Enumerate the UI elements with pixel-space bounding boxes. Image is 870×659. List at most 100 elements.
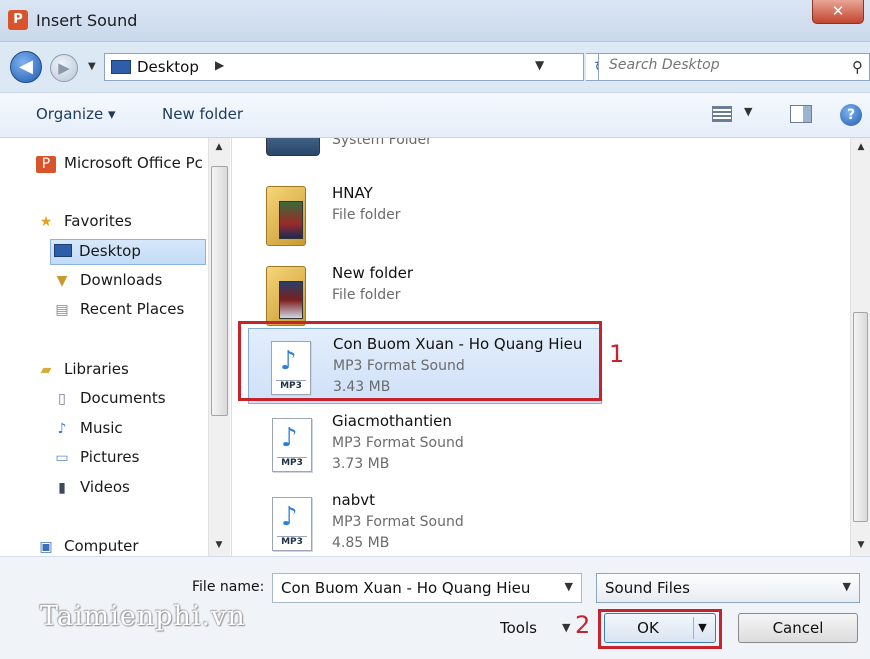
watermark: Taimienphi.vn xyxy=(40,601,246,632)
desktop-icon xyxy=(53,244,73,261)
sidebar-item-label: Libraries xyxy=(64,360,129,378)
search-input[interactable] xyxy=(609,57,829,73)
breadcrumb-chevron-icon[interactable]: ▶ xyxy=(215,58,224,72)
highlight-box-selected-file xyxy=(238,321,602,401)
search-icon[interactable]: ⚲ xyxy=(852,58,863,76)
breadcrumb-desktop[interactable]: Desktop xyxy=(137,58,199,76)
window-title: Insert Sound xyxy=(36,11,138,30)
sidebar-item-downloads[interactable]: ▼ Downloads xyxy=(52,269,202,295)
star-icon: ★ xyxy=(39,214,53,230)
file-type: MP3 Format Sound xyxy=(332,435,464,451)
scroll-up-arrow-icon[interactable]: ▲ xyxy=(209,142,229,152)
navigation-scrollbar[interactable]: ▲ ▼ xyxy=(208,138,230,556)
pictures-icon: ▭ xyxy=(55,450,69,466)
folder-icon xyxy=(262,266,312,328)
file-type: MP3 Format Sound xyxy=(332,514,464,530)
address-dropdown-arrow[interactable]: ▼ xyxy=(535,58,544,72)
sidebar-item-desktop[interactable]: Desktop xyxy=(50,239,206,265)
mp3-file-icon: ♪ MP3 xyxy=(262,414,312,476)
sidebar-item-label: Desktop xyxy=(79,242,141,260)
file-size: 3.73 MB xyxy=(332,456,390,472)
office-icon: P xyxy=(36,156,56,173)
list-item-mp3[interactable]: ♪ MP3 nabvt MP3 Format Sound 4.85 MB xyxy=(262,485,632,556)
sidebar-item-music[interactable]: ♪ Music xyxy=(52,417,202,443)
views-dropdown-arrow[interactable]: ▼ xyxy=(744,105,752,118)
recent-locations-dropdown[interactable]: ▼ xyxy=(88,61,96,72)
tools-button[interactable]: Tools xyxy=(500,619,537,637)
dialog-footer: File name: Con Buom Xuan - Ho Quang Hieu… xyxy=(0,556,870,659)
tools-dropdown-icon[interactable]: ▼ xyxy=(562,621,570,634)
computer-icon: ▣ xyxy=(39,539,53,555)
file-name-label: File name: xyxy=(192,579,265,595)
scroll-down-arrow-icon[interactable]: ▼ xyxy=(851,540,870,550)
forward-button[interactable]: ▶ xyxy=(50,54,78,82)
documents-icon: ▯ xyxy=(58,391,66,407)
chevron-down-icon[interactable]: ▼ xyxy=(565,580,573,593)
sidebar-item-computer[interactable]: ▣ Computer xyxy=(36,535,196,556)
file-type: File folder xyxy=(332,287,401,303)
scroll-up-arrow-icon[interactable]: ▲ xyxy=(851,142,870,152)
desktop-icon xyxy=(111,60,131,74)
back-button[interactable]: ◀ xyxy=(10,51,42,83)
folder-icon xyxy=(262,186,312,248)
file-type-select[interactable]: Sound Files ▼ xyxy=(596,573,860,603)
scroll-thumb[interactable] xyxy=(853,312,868,522)
organize-button[interactable]: Organize ▾ xyxy=(36,105,116,123)
change-view-icon[interactable] xyxy=(712,106,732,122)
mp3-file-icon: ♪ MP3 xyxy=(262,493,312,555)
file-name: HNAY xyxy=(332,184,373,202)
file-name: Giacmothantien xyxy=(332,412,452,430)
scroll-thumb[interactable] xyxy=(211,166,228,416)
list-item-folder[interactable]: HNAY File folder xyxy=(262,178,632,254)
new-folder-button[interactable]: New folder xyxy=(162,105,243,123)
cancel-button[interactable]: Cancel xyxy=(738,613,858,643)
sidebar-item-videos[interactable]: ▮ Videos xyxy=(52,476,202,502)
sidebar-item-favorites[interactable]: ★ Favorites xyxy=(36,210,196,236)
annotation-step-1: 1 xyxy=(609,340,625,368)
sidebar-item-libraries[interactable]: ▰ Libraries xyxy=(36,358,196,384)
file-type: File folder xyxy=(332,207,401,223)
highlight-box-ok-button xyxy=(598,609,722,649)
search-box[interactable]: ⚲ xyxy=(598,53,870,81)
libraries-icon: ▰ xyxy=(40,362,52,378)
sidebar-item-label: Videos xyxy=(80,478,130,496)
sidebar-item-label: Recent Places xyxy=(80,300,185,318)
downloads-folder-icon: ▼ xyxy=(56,273,68,289)
title-bar: P Insert Sound ✕ xyxy=(0,0,870,42)
preview-pane-icon[interactable] xyxy=(790,105,812,123)
file-type-value: Sound Files xyxy=(605,579,690,597)
sidebar-item-label: Favorites xyxy=(64,212,132,230)
navigation-pane: P Microsoft Office Pc ★ Favorites Deskto… xyxy=(0,138,232,556)
sidebar-item-documents[interactable]: ▯ Documents xyxy=(52,387,202,413)
file-name-value[interactable]: Con Buom Xuan - Ho Quang Hieu xyxy=(281,579,530,597)
file-name-field[interactable]: Con Buom Xuan - Ho Quang Hieu ▼ xyxy=(272,573,582,603)
list-item-mp3[interactable]: ♪ MP3 Giacmothantien MP3 Format Sound 3.… xyxy=(262,406,632,482)
powerpoint-app-icon: P xyxy=(8,10,28,30)
file-list-scrollbar[interactable]: ▲ ▼ xyxy=(850,138,870,556)
sidebar-item-pictures[interactable]: ▭ Pictures xyxy=(52,446,202,472)
sidebar-item-label: Documents xyxy=(80,389,166,407)
scroll-down-arrow-icon[interactable]: ▼ xyxy=(209,540,229,550)
close-button[interactable]: ✕ xyxy=(812,0,864,24)
chevron-down-icon[interactable]: ▼ xyxy=(843,580,851,593)
sidebar-item-label: Music xyxy=(80,419,123,437)
annotation-step-2: 2 xyxy=(575,611,591,639)
sidebar-item-label: Computer xyxy=(64,537,139,555)
file-type: System Folder xyxy=(332,138,432,148)
sidebar-item-label: Downloads xyxy=(80,271,163,289)
help-icon[interactable]: ? xyxy=(840,104,862,126)
sidebar-item-office[interactable]: P Microsoft Office Pc xyxy=(36,152,208,178)
music-note-icon: ♪ xyxy=(57,421,67,437)
file-size: 4.85 MB xyxy=(332,535,390,551)
navigation-bar: ◀ ▶ ▼ Desktop ▶ ▼ ↻ ⚲ xyxy=(0,42,870,92)
sidebar-item-recent-places[interactable]: ▤ Recent Places xyxy=(52,298,202,324)
file-name: nabvt xyxy=(332,491,375,509)
recent-places-icon: ▤ xyxy=(55,302,69,318)
file-name: New folder xyxy=(332,264,414,282)
address-bar[interactable]: Desktop ▶ ▼ xyxy=(104,53,584,81)
computer-icon xyxy=(266,138,320,156)
sidebar-item-label: Microsoft Office Pc xyxy=(64,154,203,172)
sidebar-item-label: Pictures xyxy=(80,448,140,466)
command-toolbar: Organize ▾ New folder ▼ ? xyxy=(0,92,870,138)
videos-icon: ▮ xyxy=(58,480,66,496)
